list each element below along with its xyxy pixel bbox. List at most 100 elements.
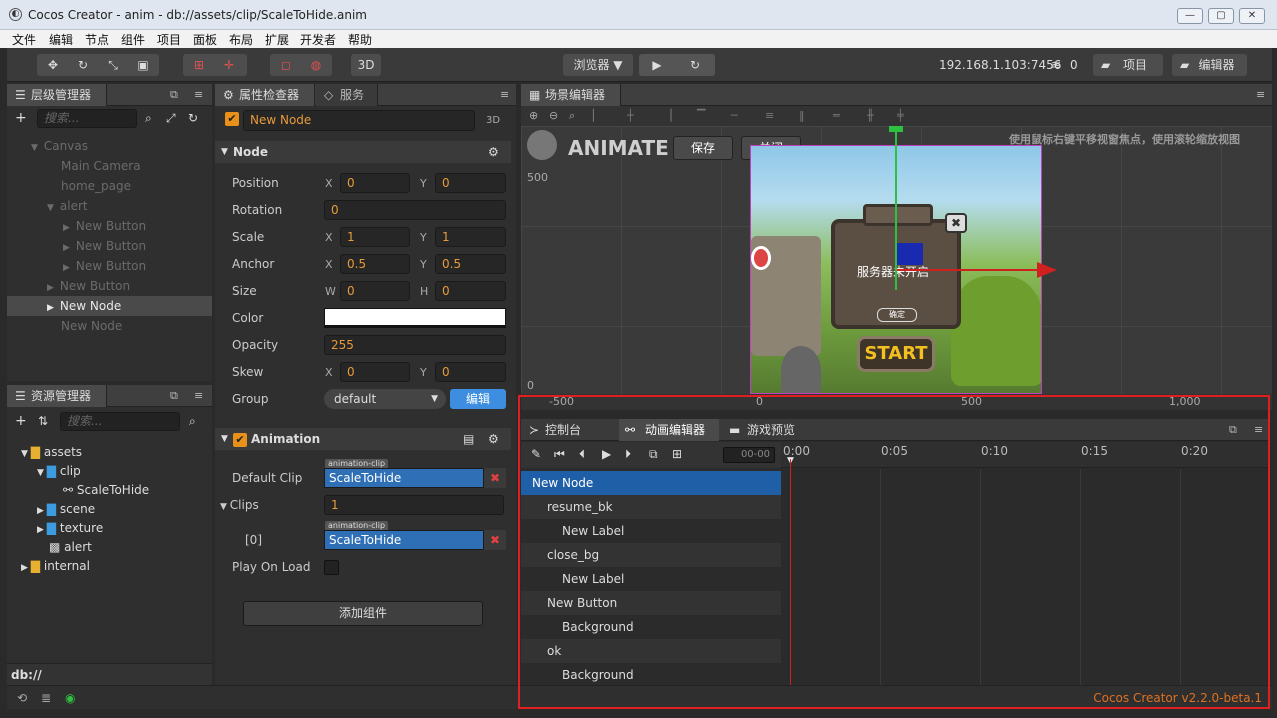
distribute-h-icon[interactable]: ‖ xyxy=(799,106,805,126)
tree-node-main-camera[interactable]: Main Camera xyxy=(7,156,212,176)
scale-y-input[interactable]: 1 xyxy=(435,227,506,247)
panel-menu-icon[interactable]: ≡ xyxy=(194,389,203,402)
zoom-reset-icon[interactable]: ⌕ xyxy=(569,106,575,126)
global-space-icon[interactable]: ◍ xyxy=(308,57,324,73)
tree-node-alert[interactable]: ▼ alert xyxy=(7,196,212,216)
menu-layout[interactable]: 布局 xyxy=(229,31,253,48)
menu-panel[interactable]: 面板 xyxy=(193,31,217,48)
start-button[interactable]: START xyxy=(857,336,935,372)
panel-menu-icon[interactable]: ≡ xyxy=(500,88,509,101)
menu-component[interactable]: 组件 xyxy=(121,31,145,48)
y-gizmo-handle[interactable] xyxy=(889,126,903,132)
skew-y-input[interactable]: 0 xyxy=(435,362,506,382)
panel-menu-icon[interactable]: ≡ xyxy=(194,88,203,101)
tree-node-new-node[interactable]: New Node xyxy=(7,316,212,336)
menu-developer[interactable]: 开发者 xyxy=(300,31,336,48)
track-background[interactable]: Background xyxy=(521,615,781,639)
menu-project[interactable]: 项目 xyxy=(157,31,181,48)
tree-node-button[interactable]: ▶ New Button xyxy=(7,256,212,276)
next-frame-icon[interactable]: ⏵ xyxy=(625,447,631,462)
pivot-icon[interactable]: ⊞ xyxy=(191,57,207,73)
menu-edit[interactable]: 编辑 xyxy=(49,31,73,48)
zoom-in-icon[interactable]: ⊕ xyxy=(529,106,538,126)
anchor-x-input[interactable]: 0.5 xyxy=(340,254,410,274)
tree-node-button[interactable]: ▶ New Button xyxy=(7,216,212,236)
tree-node-new-node-selected[interactable]: ▶ New Node xyxy=(7,296,212,316)
move-tool-icon[interactable]: ✥ xyxy=(45,57,61,73)
sync-icon[interactable]: ⟲ xyxy=(17,691,27,705)
play-icon[interactable]: ▶ xyxy=(602,447,611,461)
x-gizmo-axis[interactable] xyxy=(897,269,1037,271)
node-active-checkbox[interactable]: ✔ xyxy=(225,112,239,126)
opacity-input[interactable]: 255 xyxy=(324,335,506,355)
menu-help[interactable]: 帮助 xyxy=(348,31,372,48)
sort-icon[interactable]: ⇅ xyxy=(38,414,48,428)
track-resume-bk[interactable]: resume_bk xyxy=(521,495,781,519)
track-new-node[interactable]: New Node xyxy=(521,471,781,495)
open-external-icon[interactable]: ⧉ xyxy=(649,447,658,462)
track-new-label[interactable]: New Label xyxy=(521,567,781,591)
play-on-load-checkbox[interactable] xyxy=(324,560,339,575)
rotation-input[interactable]: 0 xyxy=(324,200,506,220)
default-clip-field[interactable]: ScaleToHide xyxy=(324,468,484,488)
edit-mode-icon[interactable]: ✎ xyxy=(531,447,541,461)
x-gizmo-handle[interactable] xyxy=(1037,262,1057,278)
group-select[interactable]: default ▼ xyxy=(324,389,446,409)
align-right-icon[interactable]: ▕ xyxy=(663,106,671,126)
search-icon[interactable]: ⌕ xyxy=(189,414,196,429)
asset-texture[interactable]: ▶ ▇ texture xyxy=(37,519,103,539)
eye-icon[interactable]: ◉ xyxy=(65,691,75,705)
color-swatch[interactable] xyxy=(324,308,506,328)
prev-frame-icon[interactable]: ⏴ xyxy=(579,447,585,462)
anchor-y-input[interactable]: 0.5 xyxy=(435,254,506,274)
preview-platform-select[interactable]: 浏览器 ▼ xyxy=(563,54,633,76)
rotate-tool-icon[interactable]: ↻ xyxy=(75,57,91,73)
search-icon[interactable]: ⌕ xyxy=(145,111,152,126)
assets-tab[interactable]: ☰ 资源管理器 xyxy=(7,385,107,407)
center-icon[interactable]: ✛ xyxy=(221,57,237,73)
hierarchy-search-input[interactable]: 搜索... xyxy=(37,109,137,128)
size-w-input[interactable]: 0 xyxy=(340,281,410,301)
zoom-out-icon[interactable]: ⊖ xyxy=(549,106,558,126)
skew-x-input[interactable]: 0 xyxy=(340,362,410,382)
track-background[interactable]: Background xyxy=(521,663,781,685)
services-tab[interactable]: ◇ 服务 xyxy=(316,84,378,106)
track-new-button[interactable]: New Button xyxy=(521,591,781,615)
panel-menu-icon[interactable]: ≡ xyxy=(1256,88,1265,101)
asset-alert[interactable]: ▩ alert xyxy=(49,538,92,556)
play-icon[interactable]: ▶ xyxy=(649,57,665,73)
track-close-bg[interactable]: close_bg xyxy=(521,543,781,567)
track-new-label[interactable]: New Label xyxy=(521,519,781,543)
tree-node-canvas[interactable]: ▼ Canvas xyxy=(7,136,212,156)
align-left-icon[interactable]: ▏ xyxy=(593,106,601,126)
distribute-c-icon[interactable]: ╫ xyxy=(867,106,874,126)
maximize-button[interactable]: ▢ xyxy=(1208,8,1234,24)
distribute-r-icon[interactable]: ╪ xyxy=(897,106,904,126)
tree-node-button[interactable]: ▶ New Button xyxy=(7,276,212,296)
clips-count-input[interactable]: 1 xyxy=(324,495,504,515)
track-ok[interactable]: ok xyxy=(521,639,781,663)
asset-clip[interactable]: ▼ ▇ clip xyxy=(37,462,81,482)
popout-icon[interactable]: ⧉ xyxy=(170,389,178,403)
inspector-tab[interactable]: ⚙ 属性检查器 xyxy=(215,84,315,106)
playhead-line[interactable] xyxy=(790,459,791,685)
animation-editor-tab[interactable]: ⚯ 动画编辑器 xyxy=(619,419,719,441)
add-node-icon[interactable]: + xyxy=(15,110,27,126)
popout-icon[interactable]: ⧉ xyxy=(170,88,178,102)
position-y-input[interactable]: 0 xyxy=(435,173,506,193)
game-preview-tab[interactable]: ▬ 游戏预览 xyxy=(721,419,821,441)
animation-section-header[interactable]: ▼ ✔ Animation ▤ ⚙ xyxy=(215,428,511,450)
expand-icon[interactable]: ⤢ xyxy=(166,111,176,126)
project-button[interactable]: ▰ 项目 xyxy=(1093,54,1163,76)
node-name-input[interactable]: New Node xyxy=(243,110,475,131)
dialog-ok-button[interactable]: 确定 xyxy=(877,308,917,322)
asset-scene[interactable]: ▶ ▇ scene xyxy=(37,500,95,520)
minimize-button[interactable]: — xyxy=(1177,8,1203,24)
size-h-input[interactable]: 0 xyxy=(435,281,506,301)
clear-default-clip-icon[interactable]: ✖ xyxy=(484,468,506,488)
node-section-header[interactable]: ▼ Node ⚙ xyxy=(215,141,511,163)
clear-clip0-icon[interactable]: ✖ xyxy=(484,530,506,550)
tree-node-home-page[interactable]: home_page xyxy=(7,176,212,196)
close-button[interactable]: ✕ xyxy=(1239,8,1265,24)
asset-internal[interactable]: ▶ ▇ internal xyxy=(21,557,90,577)
